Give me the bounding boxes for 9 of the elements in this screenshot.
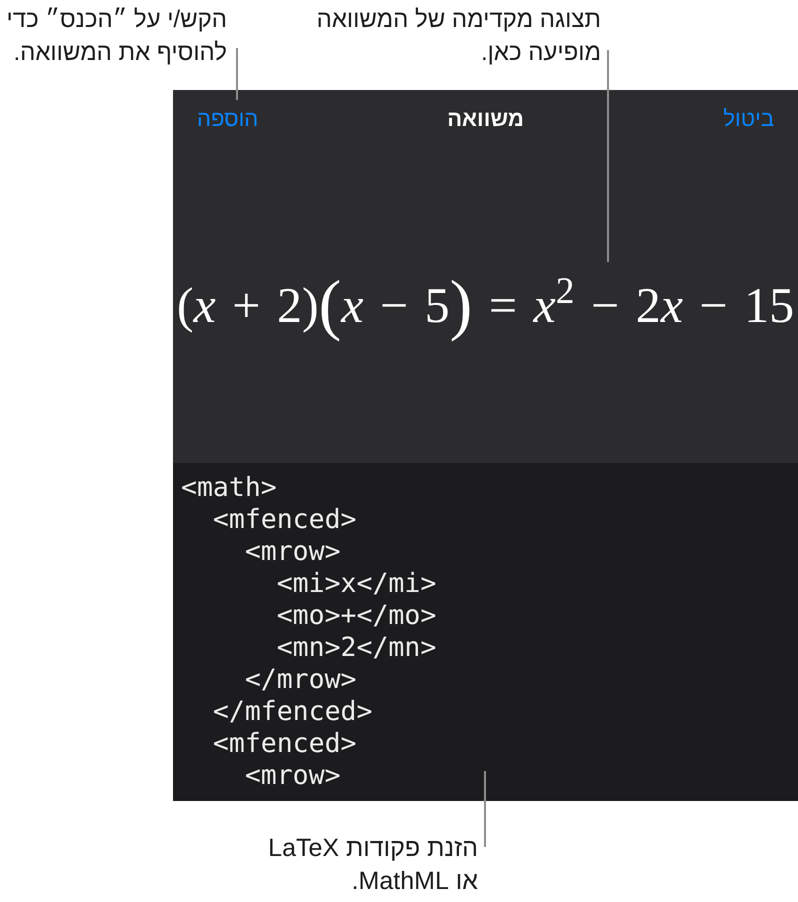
cancel-button[interactable]: ביטול bbox=[723, 102, 774, 134]
callout-text: תצוגה מקדימה של המשוואה מופיעה כאן. bbox=[316, 5, 601, 68]
callout-text: הקש/י על ״הכנס״ כדי להוסיף את המשוואה. bbox=[6, 5, 227, 68]
mathml-input-field[interactable]: <math> <mfenced> <mrow> <mi>x</mi> <mo>+</mo> <mn>2</mn> </mrow> </mfenced> <mfenced> <mrow> bbox=[173, 463, 798, 801]
dialog-title: משוואה bbox=[447, 104, 524, 132]
leader-line bbox=[236, 48, 238, 100]
add-button[interactable]: הוספה bbox=[197, 102, 258, 134]
callout-text: הזנת פקודות LaTeX או MathML. bbox=[267, 833, 478, 897]
equation-preview: (x + 2)(x − 5) = x$^{2}$ − 2x − 15 bbox=[176, 270, 794, 340]
